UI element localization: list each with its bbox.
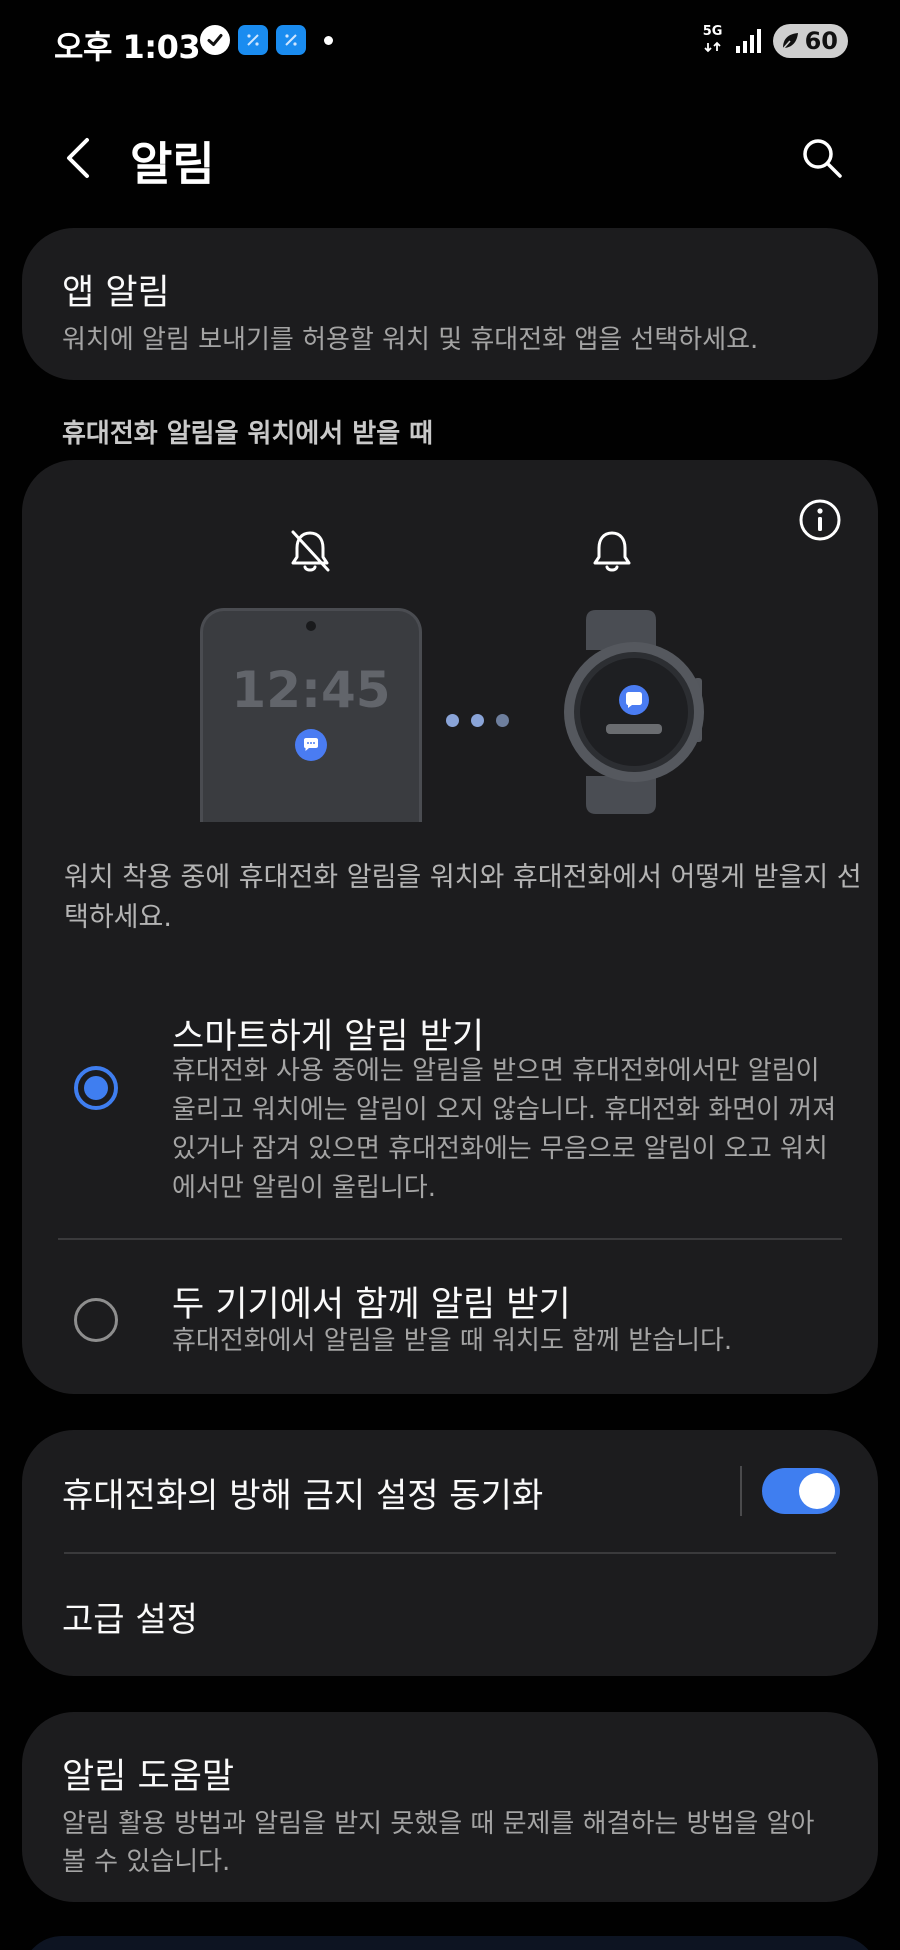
- option-divider: [58, 1238, 842, 1240]
- option-smart-desc: 휴대전화 사용 중에는 알림을 받으면 휴대전화에서만 알림이 울리고 워치에는…: [172, 1056, 837, 1203]
- option-both-desc: 휴대전화에서 알림을 받을 때 워치도 함께 받습니다.: [172, 1326, 733, 1356]
- network-type-icon: 5G: [701, 25, 725, 57]
- back-chevron-icon: [67, 138, 89, 178]
- help-subtitle: 알림 활용 방법과 알림을 받지 못했을 때 문제를 해결하는 방법을 알아볼 …: [62, 1809, 815, 1877]
- app-notifications-subtitle: 워치에 알림 보내기를 허용할 워치 및 휴대전화 앱을 선택하세요.: [62, 325, 759, 355]
- radio-smart[interactable]: [74, 1066, 118, 1110]
- help-card[interactable]: 알림 도움말 알림 활용 방법과 알림을 받지 못했을 때 문제를 해결하는 방…: [22, 1712, 878, 1902]
- watch-illustration: [564, 610, 704, 814]
- status-icons-left: [200, 25, 333, 55]
- dot-icon: [324, 35, 333, 45]
- phone-clock: 12:45: [231, 661, 391, 719]
- radio-both[interactable]: [74, 1298, 118, 1342]
- mode-description: 워치 착용 중에 휴대전화 알림을 워치와 휴대전화에서 어떻게 받을지 선택하…: [64, 862, 862, 933]
- network-label: 5G: [702, 24, 723, 39]
- bell-icon: [593, 531, 631, 572]
- battery-level: 60: [804, 27, 838, 55]
- page-title: 알림: [130, 137, 215, 191]
- verified-check-icon: [200, 25, 230, 55]
- search-icon: [803, 139, 842, 178]
- phone-illustration: 12:45: [200, 608, 422, 822]
- dnd-sync-label: 휴대전화의 방해 금지 설정 동기화: [62, 1476, 544, 1516]
- dot: [496, 714, 509, 727]
- battery-saver-icon: [780, 33, 798, 51]
- dnd-sync-row[interactable]: 휴대전화의 방해 금지 설정 동기화: [22, 1430, 878, 1552]
- dot: [446, 714, 459, 727]
- connection-dots: [446, 714, 509, 727]
- app-notifications-card[interactable]: 앱 알림 워치에 알림 보내기를 허용할 워치 및 휴대전화 앱을 선택하세요.: [22, 228, 878, 380]
- app-notifications-title: 앱 알림: [62, 273, 170, 313]
- battery-indicator: 60: [772, 24, 848, 58]
- help-title: 알림 도움말: [62, 1757, 235, 1797]
- advanced-settings-label: 고급 설정: [62, 1600, 198, 1640]
- toggle-separator: [740, 1466, 742, 1516]
- option-smart[interactable]: 스마트하게 알림 받기 휴대전화 사용 중에는 알림을 받으면 휴대전화에서만 …: [22, 1008, 878, 1203]
- dnd-sync-toggle[interactable]: [762, 1468, 840, 1514]
- settings-card: 휴대전화의 방해 금지 설정 동기화 고급 설정: [22, 1430, 878, 1676]
- status-time: 오후 1:03: [54, 28, 201, 66]
- status-bar: 오후 1:03 5G 60: [0, 0, 900, 86]
- search-button[interactable]: [796, 132, 848, 184]
- message-icon: [295, 729, 327, 761]
- status-icons-right: 5G 60: [701, 24, 848, 58]
- info-icon[interactable]: [796, 496, 844, 544]
- signal-icon: [735, 29, 761, 53]
- screen: 오후 1:03 5G 60 알림 앱 알림 워치에 알림 보내기를 허용할 워치…: [0, 0, 900, 1950]
- dot: [471, 714, 484, 727]
- app-notification-icon: [238, 25, 268, 55]
- section-label: 휴대전화 알림을 워치에서 받을 때: [62, 419, 434, 449]
- toggle-knob: [799, 1473, 835, 1509]
- app-header: 알림: [0, 118, 900, 198]
- next-card-partial: [22, 1936, 878, 1950]
- app-notification-icon: [276, 25, 306, 55]
- notification-mode-card: 12:45 워치 착용 중에 휴대전화 알림을 워치와 휴대전화에서 어떻게 받…: [22, 460, 878, 1394]
- bell-off-icon: [291, 530, 330, 572]
- advanced-settings-row[interactable]: 고급 설정: [22, 1554, 878, 1674]
- camera-dot: [306, 621, 316, 631]
- option-both[interactable]: 두 기기에서 함께 알림 받기 휴대전화에서 알림을 받을 때 워치도 함께 받…: [22, 1276, 878, 1376]
- option-both-title: 두 기기에서 함께 알림 받기: [172, 1285, 571, 1325]
- back-button[interactable]: [52, 132, 104, 184]
